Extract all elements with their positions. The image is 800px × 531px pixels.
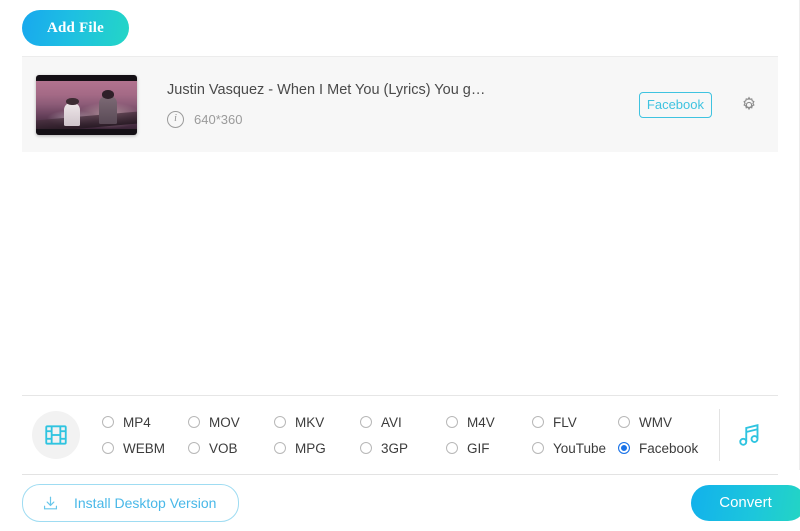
file-resolution: 640*360 bbox=[194, 112, 243, 127]
file-list: Justin Vasquez - When I Met You (Lyrics)… bbox=[0, 56, 800, 395]
format-option-label: M4V bbox=[467, 414, 495, 430]
format-option-label: MP4 bbox=[123, 414, 151, 430]
install-desktop-version-button[interactable]: Install Desktop Version bbox=[22, 484, 240, 522]
format-options: MP4 MOV MKV AVI M4V FLV WMV WEBM VOB MPG… bbox=[102, 409, 719, 461]
format-option-mkv[interactable]: MKV bbox=[274, 409, 360, 435]
settings-button[interactable] bbox=[738, 94, 760, 116]
format-option-label: FLV bbox=[553, 414, 577, 430]
video-converter-app: Add File Justin Vasquez - When I Met You… bbox=[0, 0, 800, 531]
format-option-m4v[interactable]: M4V bbox=[446, 409, 532, 435]
toolbar: Add File bbox=[0, 0, 800, 56]
download-icon bbox=[43, 496, 58, 509]
video-format-toggle[interactable] bbox=[32, 411, 80, 459]
convert-button[interactable]: Convert bbox=[691, 485, 800, 521]
video-thumbnail bbox=[36, 74, 137, 135]
radio-icon bbox=[274, 416, 286, 428]
format-option-avi[interactable]: AVI bbox=[360, 409, 446, 435]
format-option-vob[interactable]: VOB bbox=[188, 435, 274, 461]
format-option-label: 3GP bbox=[381, 440, 409, 456]
output-format-badge[interactable]: Facebook bbox=[638, 91, 712, 118]
format-bar-divider bbox=[719, 409, 720, 461]
format-option-label: YouTube bbox=[553, 440, 607, 456]
radio-icon bbox=[274, 442, 286, 454]
gear-icon bbox=[743, 95, 755, 110]
file-info: Justin Vasquez - When I Met You (Lyrics)… bbox=[137, 81, 639, 128]
radio-icon bbox=[360, 416, 372, 428]
format-option-facebook[interactable]: Facebook bbox=[618, 435, 704, 461]
format-option-mpg[interactable]: MPG bbox=[274, 435, 360, 461]
thumbnail-image bbox=[36, 80, 137, 129]
radio-icon bbox=[532, 416, 544, 428]
thumbnail-ground bbox=[36, 111, 137, 129]
radio-icon bbox=[618, 416, 630, 428]
format-option-label: VOB bbox=[209, 440, 238, 456]
audio-format-toggle[interactable] bbox=[722, 420, 778, 450]
radio-icon bbox=[532, 442, 544, 454]
format-option-youtube[interactable]: YouTube bbox=[532, 435, 618, 461]
format-option-label: MKV bbox=[295, 414, 325, 430]
add-file-button[interactable]: Add File bbox=[22, 10, 129, 46]
format-option-wmv[interactable]: WMV bbox=[618, 409, 704, 435]
radio-icon bbox=[446, 442, 458, 454]
format-option-label: WEBM bbox=[123, 440, 165, 456]
format-option-label: MPG bbox=[295, 440, 326, 456]
format-option-label: AVI bbox=[381, 414, 402, 430]
radio-icon bbox=[102, 442, 114, 454]
thumbnail-figure-left bbox=[64, 97, 81, 126]
format-option-label: Facebook bbox=[639, 440, 699, 456]
format-option-gif[interactable]: GIF bbox=[446, 435, 532, 461]
radio-icon bbox=[188, 416, 200, 428]
format-option-flv[interactable]: FLV bbox=[532, 409, 618, 435]
install-button-label: Install Desktop Version bbox=[74, 495, 217, 511]
format-option-mov[interactable]: MOV bbox=[188, 409, 274, 435]
format-option-webm[interactable]: WEBM bbox=[102, 435, 188, 461]
format-option-mp4[interactable]: MP4 bbox=[102, 409, 188, 435]
radio-icon bbox=[188, 442, 200, 454]
format-selection-bar: MP4 MOV MKV AVI M4V FLV WMV WEBM VOB MPG… bbox=[22, 395, 778, 475]
film-strip-icon bbox=[45, 425, 67, 445]
radio-icon bbox=[102, 416, 114, 428]
info-icon[interactable]: i bbox=[167, 111, 184, 128]
footer: Install Desktop Version Convert bbox=[0, 475, 800, 531]
format-option-3gp[interactable]: 3GP bbox=[360, 435, 446, 461]
music-note-icon bbox=[739, 424, 759, 446]
format-option-label: WMV bbox=[639, 414, 672, 430]
radio-icon bbox=[360, 442, 372, 454]
thumbnail-figure-right bbox=[98, 90, 117, 124]
radio-icon-selected bbox=[618, 442, 630, 454]
file-list-item[interactable]: Justin Vasquez - When I Met You (Lyrics)… bbox=[22, 56, 778, 152]
radio-icon bbox=[446, 416, 458, 428]
file-title: Justin Vasquez - When I Met You (Lyrics)… bbox=[167, 82, 486, 98]
file-meta: i 640*360 bbox=[167, 111, 639, 128]
format-option-label: GIF bbox=[467, 440, 490, 456]
format-option-label: MOV bbox=[209, 414, 240, 430]
